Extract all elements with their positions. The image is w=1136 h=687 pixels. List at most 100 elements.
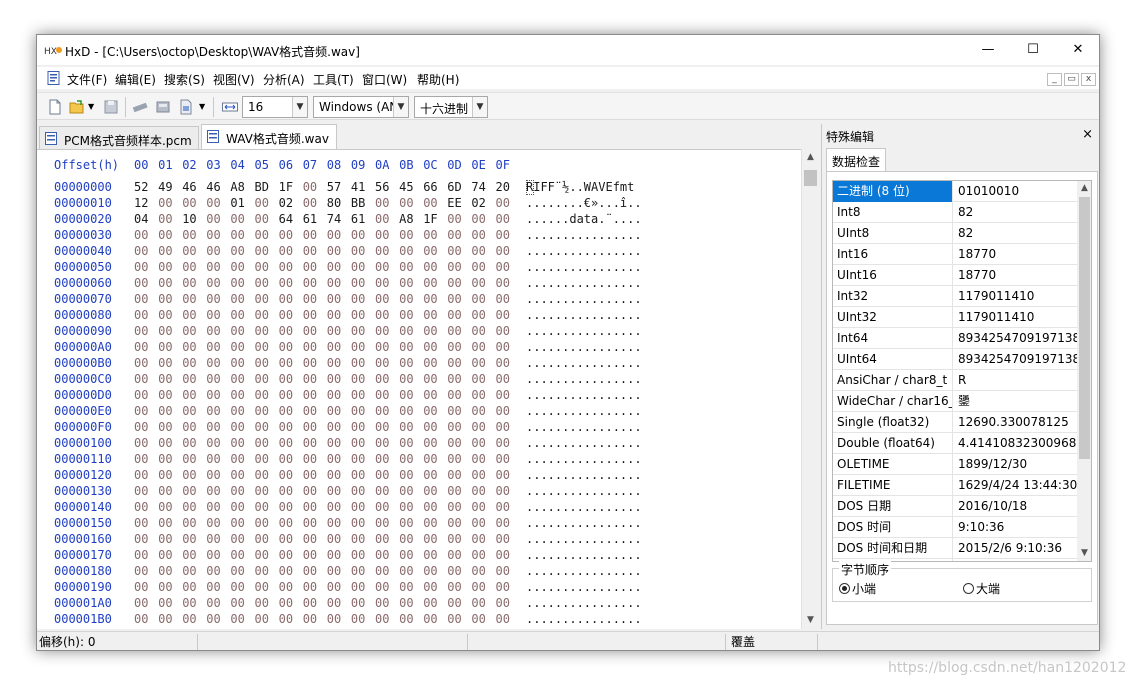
hex-byte[interactable]: 00 — [423, 340, 443, 354]
number-base-select[interactable]: 十六进制 ▼ — [414, 96, 488, 118]
hex-byte[interactable]: 02 — [279, 196, 299, 210]
hex-byte[interactable]: 41 — [351, 180, 371, 194]
file-info-icon[interactable] — [178, 99, 194, 115]
hex-row[interactable]: 00000090 00 00 00 00 00 00 00 00 00 00 00 00 00 00 00 00… — [37, 324, 819, 340]
hex-byte[interactable]: 00 — [158, 276, 178, 290]
hex-byte[interactable]: 61 — [303, 212, 323, 226]
hex-byte[interactable]: 00 — [134, 244, 154, 258]
hex-byte[interactable]: 00 — [447, 212, 467, 226]
hex-byte[interactable]: 00 — [303, 596, 323, 610]
hex-byte[interactable]: 00 — [134, 404, 154, 418]
hex-row[interactable]: 00000170 00 00 00 00 00 00 00 00 00 00 00 00 00 00 00 00… — [37, 548, 819, 564]
hex-byte[interactable]: 00 — [182, 260, 202, 274]
hex-byte[interactable]: 00 — [423, 196, 443, 210]
hex-byte[interactable]: 00 — [327, 548, 347, 562]
hex-byte[interactable]: 00 — [471, 484, 491, 498]
hex-byte[interactable]: 00 — [471, 404, 491, 418]
hex-byte[interactable]: 00 — [327, 516, 347, 530]
hex-byte[interactable]: 00 — [375, 420, 395, 434]
hex-byte[interactable]: 00 — [471, 420, 491, 434]
hex-byte[interactable]: 00 — [279, 452, 299, 466]
hex-byte[interactable]: 00 — [471, 612, 491, 626]
hex-byte[interactable]: 00 — [182, 596, 202, 610]
hex-byte[interactable]: 00 — [206, 292, 226, 306]
hex-byte[interactable]: 00 — [447, 276, 467, 290]
hex-byte[interactable]: 00 — [399, 548, 419, 562]
row-text[interactable]: ................ — [526, 276, 642, 290]
tab-pcm-file[interactable]: PCM格式音频样本.pcm — [39, 126, 199, 150]
hex-byte[interactable]: 00 — [375, 564, 395, 578]
hex-byte[interactable]: 00 — [182, 484, 202, 498]
hex-byte[interactable]: 00 — [279, 532, 299, 546]
row-text[interactable]: ................ — [526, 516, 642, 530]
hex-byte[interactable]: 00 — [158, 468, 178, 482]
hex-byte[interactable]: 00 — [471, 516, 491, 530]
hex-byte[interactable]: 00 — [134, 260, 154, 274]
hex-byte[interactable]: 00 — [327, 468, 347, 482]
hex-row[interactable]: 000000A0 00 00 00 00 00 00 00 00 00 00 00 00 00 00 00 00… — [37, 340, 819, 356]
hex-byte[interactable]: 00 — [158, 292, 178, 306]
hex-byte[interactable]: 00 — [206, 500, 226, 514]
inspector-row[interactable]: UInt8 82 — [833, 223, 1077, 244]
hex-row[interactable]: 00000000 52 49 46 46 A8 BD 1F 00 57 41 56 45 66 6D 74 20… — [37, 180, 819, 196]
hex-byte[interactable]: 00 — [230, 388, 250, 402]
hex-byte[interactable]: 00 — [327, 308, 347, 322]
hex-byte[interactable]: 00 — [134, 516, 154, 530]
hex-byte[interactable]: 00 — [327, 612, 347, 626]
hex-byte[interactable]: 00 — [471, 212, 491, 226]
menu-file[interactable]: 文件(F) — [67, 71, 107, 88]
row-text[interactable]: ................ — [526, 356, 642, 370]
hex-byte[interactable]: 00 — [375, 484, 395, 498]
hex-byte[interactable]: 00 — [327, 244, 347, 258]
hex-row[interactable]: 000000F0 00 00 00 00 00 00 00 00 00 00 00 00 00 00 00 00… — [37, 420, 819, 436]
inspector-value[interactable]: R — [954, 370, 1077, 391]
hex-byte[interactable]: 00 — [327, 404, 347, 418]
hex-byte[interactable]: 00 — [255, 564, 275, 578]
menu-edit[interactable]: 编辑(E) — [115, 71, 156, 88]
hex-byte[interactable]: 00 — [303, 468, 323, 482]
hex-byte[interactable]: 00 — [423, 436, 443, 450]
hex-byte[interactable]: 00 — [351, 276, 371, 290]
hex-byte[interactable]: 00 — [496, 212, 516, 226]
hex-byte[interactable]: 00 — [447, 292, 467, 306]
hex-byte[interactable]: 00 — [447, 372, 467, 386]
hex-row[interactable]: 000000C0 00 00 00 00 00 00 00 00 00 00 00 00 00 00 00 00… — [37, 372, 819, 388]
hex-byte[interactable]: 00 — [182, 340, 202, 354]
hex-byte[interactable]: 00 — [351, 548, 371, 562]
row-text[interactable]: ........€»...î.. — [526, 196, 642, 210]
hex-row[interactable]: 00000020 04 00 10 00 00 00 64 61 74 61 00 A8 1F 00 00 00… — [37, 212, 819, 228]
hex-byte[interactable]: 00 — [471, 308, 491, 322]
hex-byte[interactable]: 00 — [447, 564, 467, 578]
hex-byte[interactable]: 00 — [399, 260, 419, 274]
hex-byte[interactable]: 00 — [303, 244, 323, 258]
hex-byte[interactable]: 00 — [375, 212, 395, 226]
hex-byte[interactable]: 00 — [399, 452, 419, 466]
hex-byte[interactable]: 00 — [375, 292, 395, 306]
hex-byte[interactable]: 00 — [158, 612, 178, 626]
hex-byte[interactable]: 00 — [496, 612, 516, 626]
hex-byte[interactable]: 00 — [375, 324, 395, 338]
hex-byte[interactable]: 00 — [134, 388, 154, 402]
hex-byte[interactable]: 00 — [423, 500, 443, 514]
hex-byte[interactable]: 00 — [399, 532, 419, 546]
hex-byte[interactable]: 00 — [182, 372, 202, 386]
hex-byte[interactable]: 00 — [399, 596, 419, 610]
hex-byte[interactable]: 00 — [351, 324, 371, 338]
row-text[interactable]: ................ — [526, 452, 642, 466]
hex-byte[interactable]: 00 — [423, 548, 443, 562]
hex-byte[interactable]: 00 — [182, 228, 202, 242]
hex-row[interactable]: 00000060 00 00 00 00 00 00 00 00 00 00 00 00 00 00 00 00… — [37, 276, 819, 292]
row-text[interactable]: ................ — [526, 340, 642, 354]
hex-byte[interactable]: 00 — [496, 356, 516, 370]
hex-byte[interactable]: 00 — [496, 372, 516, 386]
hex-byte[interactable]: 00 — [206, 596, 226, 610]
hex-byte[interactable]: 00 — [351, 580, 371, 594]
hex-byte[interactable]: 00 — [496, 276, 516, 290]
inspector-value[interactable]: 01010010 — [954, 181, 1077, 202]
hex-byte[interactable]: 00 — [279, 612, 299, 626]
hex-byte[interactable]: 74 — [471, 180, 491, 194]
hex-byte[interactable]: 00 — [279, 548, 299, 562]
hex-row[interactable]: 00000140 00 00 00 00 00 00 00 00 00 00 00 00 00 00 00 00… — [37, 500, 819, 516]
hex-byte[interactable]: 00 — [496, 564, 516, 578]
inspector-value[interactable]: 1179011410 — [954, 307, 1077, 328]
